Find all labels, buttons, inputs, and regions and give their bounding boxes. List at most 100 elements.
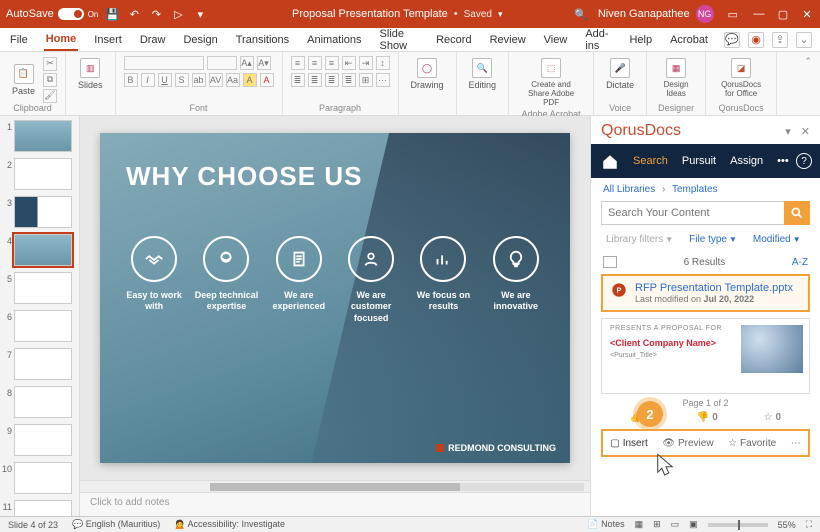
react-neutral[interactable]: 👎 0 xyxy=(697,412,718,423)
slide-canvas[interactable]: WHY CHOOSE US Easy to work with Deep tec… xyxy=(80,116,590,480)
notes-pane[interactable]: Click to add notes xyxy=(80,492,590,516)
tab-draw[interactable]: Draw xyxy=(138,30,168,50)
cut-icon[interactable]: ✂ xyxy=(43,57,57,71)
view-reading-icon[interactable]: ▭ xyxy=(671,519,680,530)
tab-view[interactable]: View xyxy=(542,30,570,50)
preview-pager[interactable]: Page 1 of 2 xyxy=(591,394,820,412)
announce-icon[interactable] xyxy=(603,256,617,268)
feature-4[interactable]: We are customer focused xyxy=(335,236,407,324)
thumbnail-panel[interactable]: 1 2 3 4 5 6 7 8 9 10 11 xyxy=(0,116,80,516)
zoom-slider[interactable] xyxy=(708,523,768,527)
lang-indicator[interactable]: 💬 English (Mauritius) xyxy=(72,519,160,530)
tab-animations[interactable]: Animations xyxy=(305,30,363,50)
nav-assign[interactable]: Assign xyxy=(730,155,763,167)
tab-design[interactable]: Design xyxy=(181,30,219,50)
tab-transitions[interactable]: Transitions xyxy=(234,30,291,50)
pane-close-icon[interactable]: ✕ xyxy=(801,125,810,138)
filter-modified[interactable]: Modified▼ xyxy=(748,231,806,248)
feature-2[interactable]: Deep technical expertise xyxy=(190,236,262,313)
thumbnail-11[interactable]: 11 xyxy=(2,500,77,516)
drawing-button[interactable]: ◯Drawing xyxy=(407,56,448,92)
favorite-button[interactable]: ☆ Favorite xyxy=(724,438,780,449)
feature-1[interactable]: Easy to work with xyxy=(118,236,190,313)
filter-file-type[interactable]: File type▼ xyxy=(684,231,742,248)
current-slide[interactable]: WHY CHOOSE US Easy to work with Deep tec… xyxy=(100,133,570,463)
overflow-icon[interactable]: ▾ xyxy=(194,8,206,20)
feature-5[interactable]: We focus on results xyxy=(407,236,479,313)
search-icon[interactable]: 🔍 xyxy=(574,8,588,21)
preview-button[interactable]: 👁 Preview xyxy=(658,438,717,449)
nav-more-icon[interactable]: ••• xyxy=(777,155,789,167)
crumb-current[interactable]: Templates xyxy=(672,184,718,195)
undo-icon[interactable]: ↶ xyxy=(128,8,140,20)
slide-counter[interactable]: Slide 4 of 23 xyxy=(8,520,58,530)
minimize-icon[interactable]: — xyxy=(752,8,766,21)
thumbnail-10[interactable]: 10 xyxy=(2,462,77,494)
dictate-button[interactable]: 🎤Dictate xyxy=(602,56,638,92)
copy-icon[interactable]: ⧉ xyxy=(43,73,57,87)
result-preview[interactable]: PRESENTS A PROPOSAL FOR <Client Company … xyxy=(601,318,810,394)
thumbnail-7[interactable]: 7 xyxy=(2,348,77,380)
tab-record[interactable]: Record xyxy=(434,30,473,50)
zoom-value[interactable]: 55% xyxy=(778,520,796,530)
more-actions-icon[interactable]: ⋯ xyxy=(787,438,805,449)
catchup-icon[interactable]: ◉ xyxy=(748,32,764,48)
view-sorter-icon[interactable]: ⊞ xyxy=(653,519,661,530)
tab-addins[interactable]: Add-ins xyxy=(583,24,613,56)
present-icon[interactable]: ▷ xyxy=(172,8,184,20)
search-input[interactable] xyxy=(601,201,784,225)
pane-menu-icon[interactable]: ▾ xyxy=(785,125,791,138)
adobe-pdf-button[interactable]: ⬚Create and Share Adobe PDF xyxy=(517,56,585,109)
sort-toggle[interactable]: A-Z xyxy=(792,257,808,268)
notes-toggle[interactable]: 📄 Notes xyxy=(587,519,624,530)
thumbnail-5[interactable]: 5 xyxy=(2,272,77,304)
redo-icon[interactable]: ↷ xyxy=(150,8,162,20)
thumbnail-4[interactable]: 4 xyxy=(2,234,77,266)
autosave-toggle[interactable]: AutoSave On xyxy=(6,8,98,20)
thumbnail-8[interactable]: 8 xyxy=(2,386,77,418)
crumb-root[interactable]: All Libraries xyxy=(603,184,655,195)
tab-insert[interactable]: Insert xyxy=(92,30,124,50)
qorusdocs-button[interactable]: ◪QorusDocs for Office xyxy=(714,56,768,100)
collapse-icon[interactable]: ⌃ xyxy=(796,52,820,115)
comments-icon[interactable]: 💬 xyxy=(724,32,740,48)
editing-button[interactable]: 🔍Editing xyxy=(465,56,501,92)
doc-name[interactable]: Proposal Presentation Template xyxy=(292,8,448,20)
format-painter-icon[interactable]: 🖌 xyxy=(43,89,57,103)
nav-pursuit[interactable]: Pursuit xyxy=(682,155,716,167)
design-ideas-button[interactable]: ▦Design Ideas xyxy=(655,56,697,100)
thumbnail-2[interactable]: 2 xyxy=(2,158,77,190)
insert-button[interactable]: ▢ Insert xyxy=(606,438,651,449)
tab-slideshow[interactable]: Slide Show xyxy=(378,24,421,56)
result-card[interactable]: P RFP Presentation Template.pptx Last mo… xyxy=(601,274,810,312)
react-star[interactable]: ☆ 0 xyxy=(764,412,782,423)
tab-review[interactable]: Review xyxy=(488,30,528,50)
horizontal-scrollbar[interactable] xyxy=(80,480,590,492)
tab-home[interactable]: Home xyxy=(44,29,79,51)
fit-to-window-icon[interactable]: ⛶ xyxy=(806,519,812,530)
accessibility-indicator[interactable]: 🙍 Accessibility: Investigate xyxy=(174,519,285,530)
filter-library[interactable]: Library filters▼ xyxy=(601,231,678,248)
paste-button[interactable]: 📋 Paste xyxy=(8,62,39,98)
view-normal-icon[interactable]: ▦ xyxy=(635,519,644,530)
thumbnail-9[interactable]: 9 xyxy=(2,424,77,456)
thumbnail-1[interactable]: 1 xyxy=(2,120,77,152)
thumbnail-6[interactable]: 6 xyxy=(2,310,77,342)
share-icon[interactable]: ⇪ xyxy=(772,32,788,48)
tab-help[interactable]: Help xyxy=(627,30,654,50)
tab-acrobat[interactable]: Acrobat xyxy=(668,30,710,50)
slide-title[interactable]: WHY CHOOSE US xyxy=(100,133,570,192)
ribbon-mode-icon[interactable]: ▭ xyxy=(728,8,738,21)
help-icon[interactable]: ? xyxy=(796,153,812,169)
close-icon[interactable]: ✕ xyxy=(800,8,814,21)
slides-button[interactable]: ▥ Slides xyxy=(74,56,107,92)
home-icon[interactable] xyxy=(601,153,619,169)
save-icon[interactable]: 💾 xyxy=(106,8,118,20)
view-slideshow-icon[interactable]: ▣ xyxy=(689,519,698,530)
maximize-icon[interactable]: ▢ xyxy=(776,8,790,21)
toggle-switch[interactable] xyxy=(58,8,84,20)
feature-3[interactable]: We are experienced xyxy=(263,236,335,313)
thumbnail-3[interactable]: 3 xyxy=(2,196,77,228)
feature-6[interactable]: We are innovative xyxy=(480,236,552,313)
search-button[interactable] xyxy=(784,201,810,225)
